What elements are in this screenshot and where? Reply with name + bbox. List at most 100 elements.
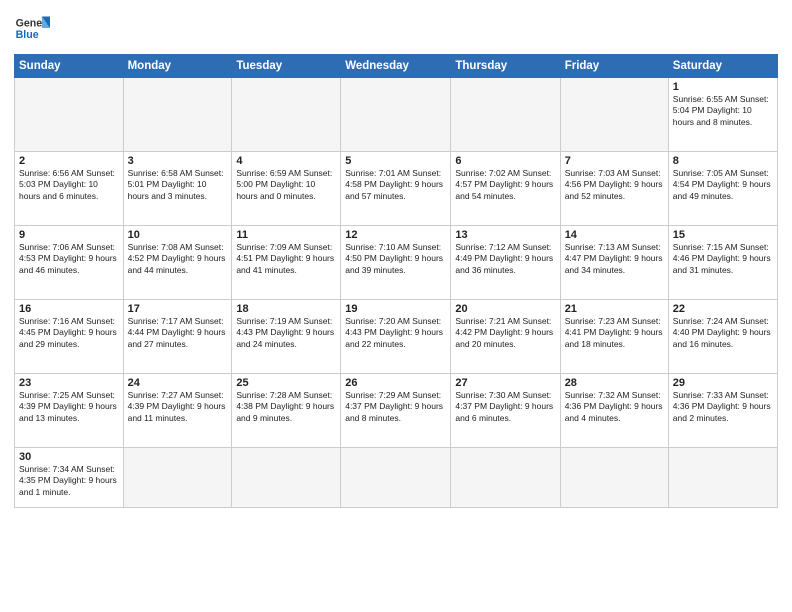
day-number: 12 — [345, 229, 446, 241]
calendar-week-2: 9Sunrise: 7:06 AM Sunset: 4:53 PM Daylig… — [15, 226, 778, 300]
calendar-cell: 26Sunrise: 7:29 AM Sunset: 4:37 PM Dayli… — [341, 374, 451, 448]
day-info: Sunrise: 6:56 AM Sunset: 5:03 PM Dayligh… — [19, 168, 119, 202]
logo: General Blue — [14, 10, 50, 46]
calendar-cell — [123, 78, 232, 152]
calendar-week-0: 1Sunrise: 6:55 AM Sunset: 5:04 PM Daylig… — [15, 78, 778, 152]
day-info: Sunrise: 7:10 AM Sunset: 4:50 PM Dayligh… — [345, 242, 446, 276]
page: General Blue SundayMondayTuesdayWednesda… — [0, 0, 792, 612]
day-number: 19 — [345, 303, 446, 315]
day-number: 27 — [455, 377, 555, 389]
day-info: Sunrise: 7:06 AM Sunset: 4:53 PM Dayligh… — [19, 242, 119, 276]
day-number: 26 — [345, 377, 446, 389]
day-of-week-sunday: Sunday — [15, 55, 124, 78]
day-of-week-header: SundayMondayTuesdayWednesdayThursdayFrid… — [15, 55, 778, 78]
day-info: Sunrise: 7:03 AM Sunset: 4:56 PM Dayligh… — [565, 168, 664, 202]
day-number: 6 — [455, 155, 555, 167]
day-info: Sunrise: 7:16 AM Sunset: 4:45 PM Dayligh… — [19, 316, 119, 350]
day-info: Sunrise: 7:19 AM Sunset: 4:43 PM Dayligh… — [236, 316, 336, 350]
day-number: 29 — [673, 377, 773, 389]
calendar-cell: 29Sunrise: 7:33 AM Sunset: 4:36 PM Dayli… — [668, 374, 777, 448]
day-info: Sunrise: 6:59 AM Sunset: 5:00 PM Dayligh… — [236, 168, 336, 202]
day-info: Sunrise: 7:28 AM Sunset: 4:38 PM Dayligh… — [236, 390, 336, 424]
calendar-cell: 9Sunrise: 7:06 AM Sunset: 4:53 PM Daylig… — [15, 226, 124, 300]
calendar-cell: 21Sunrise: 7:23 AM Sunset: 4:41 PM Dayli… — [560, 300, 668, 374]
day-info: Sunrise: 7:32 AM Sunset: 4:36 PM Dayligh… — [565, 390, 664, 424]
day-number: 10 — [128, 229, 228, 241]
calendar-cell: 23Sunrise: 7:25 AM Sunset: 4:39 PM Dayli… — [15, 374, 124, 448]
calendar-cell: 10Sunrise: 7:08 AM Sunset: 4:52 PM Dayli… — [123, 226, 232, 300]
day-info: Sunrise: 6:55 AM Sunset: 5:04 PM Dayligh… — [673, 94, 773, 128]
calendar-cell: 17Sunrise: 7:17 AM Sunset: 4:44 PM Dayli… — [123, 300, 232, 374]
day-number: 1 — [673, 81, 773, 93]
calendar-cell: 22Sunrise: 7:24 AM Sunset: 4:40 PM Dayli… — [668, 300, 777, 374]
day-number: 4 — [236, 155, 336, 167]
day-number: 15 — [673, 229, 773, 241]
calendar-cell — [560, 448, 668, 508]
day-info: Sunrise: 7:02 AM Sunset: 4:57 PM Dayligh… — [455, 168, 555, 202]
calendar-cell: 2Sunrise: 6:56 AM Sunset: 5:03 PM Daylig… — [15, 152, 124, 226]
day-number: 25 — [236, 377, 336, 389]
day-info: Sunrise: 7:12 AM Sunset: 4:49 PM Dayligh… — [455, 242, 555, 276]
day-number: 21 — [565, 303, 664, 315]
calendar-cell — [232, 448, 341, 508]
calendar-table: SundayMondayTuesdayWednesdayThursdayFrid… — [14, 54, 778, 508]
calendar-cell — [15, 78, 124, 152]
calendar-cell: 12Sunrise: 7:10 AM Sunset: 4:50 PM Dayli… — [341, 226, 451, 300]
calendar-cell: 27Sunrise: 7:30 AM Sunset: 4:37 PM Dayli… — [451, 374, 560, 448]
calendar-cell: 25Sunrise: 7:28 AM Sunset: 4:38 PM Dayli… — [232, 374, 341, 448]
day-number: 5 — [345, 155, 446, 167]
day-info: Sunrise: 7:27 AM Sunset: 4:39 PM Dayligh… — [128, 390, 228, 424]
calendar-cell — [451, 78, 560, 152]
day-number: 18 — [236, 303, 336, 315]
calendar-cell: 19Sunrise: 7:20 AM Sunset: 4:43 PM Dayli… — [341, 300, 451, 374]
calendar-week-3: 16Sunrise: 7:16 AM Sunset: 4:45 PM Dayli… — [15, 300, 778, 374]
day-number: 22 — [673, 303, 773, 315]
svg-text:Blue: Blue — [16, 29, 39, 41]
day-info: Sunrise: 7:08 AM Sunset: 4:52 PM Dayligh… — [128, 242, 228, 276]
day-number: 9 — [19, 229, 119, 241]
day-info: Sunrise: 7:30 AM Sunset: 4:37 PM Dayligh… — [455, 390, 555, 424]
calendar-cell: 11Sunrise: 7:09 AM Sunset: 4:51 PM Dayli… — [232, 226, 341, 300]
day-number: 28 — [565, 377, 664, 389]
day-info: Sunrise: 7:05 AM Sunset: 4:54 PM Dayligh… — [673, 168, 773, 202]
day-of-week-monday: Monday — [123, 55, 232, 78]
day-number: 16 — [19, 303, 119, 315]
calendar-cell: 4Sunrise: 6:59 AM Sunset: 5:00 PM Daylig… — [232, 152, 341, 226]
day-of-week-thursday: Thursday — [451, 55, 560, 78]
day-info: Sunrise: 6:58 AM Sunset: 5:01 PM Dayligh… — [128, 168, 228, 202]
day-number: 2 — [19, 155, 119, 167]
calendar-cell: 6Sunrise: 7:02 AM Sunset: 4:57 PM Daylig… — [451, 152, 560, 226]
day-of-week-wednesday: Wednesday — [341, 55, 451, 78]
day-of-week-saturday: Saturday — [668, 55, 777, 78]
day-info: Sunrise: 7:01 AM Sunset: 4:58 PM Dayligh… — [345, 168, 446, 202]
calendar-cell: 7Sunrise: 7:03 AM Sunset: 4:56 PM Daylig… — [560, 152, 668, 226]
day-info: Sunrise: 7:34 AM Sunset: 4:35 PM Dayligh… — [19, 464, 119, 498]
day-info: Sunrise: 7:33 AM Sunset: 4:36 PM Dayligh… — [673, 390, 773, 424]
day-number: 7 — [565, 155, 664, 167]
day-number: 3 — [128, 155, 228, 167]
day-number: 30 — [19, 451, 119, 463]
calendar-cell: 3Sunrise: 6:58 AM Sunset: 5:01 PM Daylig… — [123, 152, 232, 226]
calendar-week-5: 30Sunrise: 7:34 AM Sunset: 4:35 PM Dayli… — [15, 448, 778, 508]
day-info: Sunrise: 7:17 AM Sunset: 4:44 PM Dayligh… — [128, 316, 228, 350]
calendar-cell: 5Sunrise: 7:01 AM Sunset: 4:58 PM Daylig… — [341, 152, 451, 226]
calendar-cell — [341, 448, 451, 508]
calendar-cell: 16Sunrise: 7:16 AM Sunset: 4:45 PM Dayli… — [15, 300, 124, 374]
calendar-cell: 30Sunrise: 7:34 AM Sunset: 4:35 PM Dayli… — [15, 448, 124, 508]
calendar-cell: 15Sunrise: 7:15 AM Sunset: 4:46 PM Dayli… — [668, 226, 777, 300]
calendar-cell: 24Sunrise: 7:27 AM Sunset: 4:39 PM Dayli… — [123, 374, 232, 448]
day-number: 14 — [565, 229, 664, 241]
calendar-cell: 13Sunrise: 7:12 AM Sunset: 4:49 PM Dayli… — [451, 226, 560, 300]
day-number: 20 — [455, 303, 555, 315]
day-number: 24 — [128, 377, 228, 389]
day-of-week-friday: Friday — [560, 55, 668, 78]
day-info: Sunrise: 7:23 AM Sunset: 4:41 PM Dayligh… — [565, 316, 664, 350]
calendar-cell — [232, 78, 341, 152]
calendar-body: 1Sunrise: 6:55 AM Sunset: 5:04 PM Daylig… — [15, 78, 778, 508]
calendar-cell: 28Sunrise: 7:32 AM Sunset: 4:36 PM Dayli… — [560, 374, 668, 448]
day-number: 11 — [236, 229, 336, 241]
logo-icon: General Blue — [14, 10, 50, 46]
day-info: Sunrise: 7:09 AM Sunset: 4:51 PM Dayligh… — [236, 242, 336, 276]
day-number: 8 — [673, 155, 773, 167]
day-number: 13 — [455, 229, 555, 241]
